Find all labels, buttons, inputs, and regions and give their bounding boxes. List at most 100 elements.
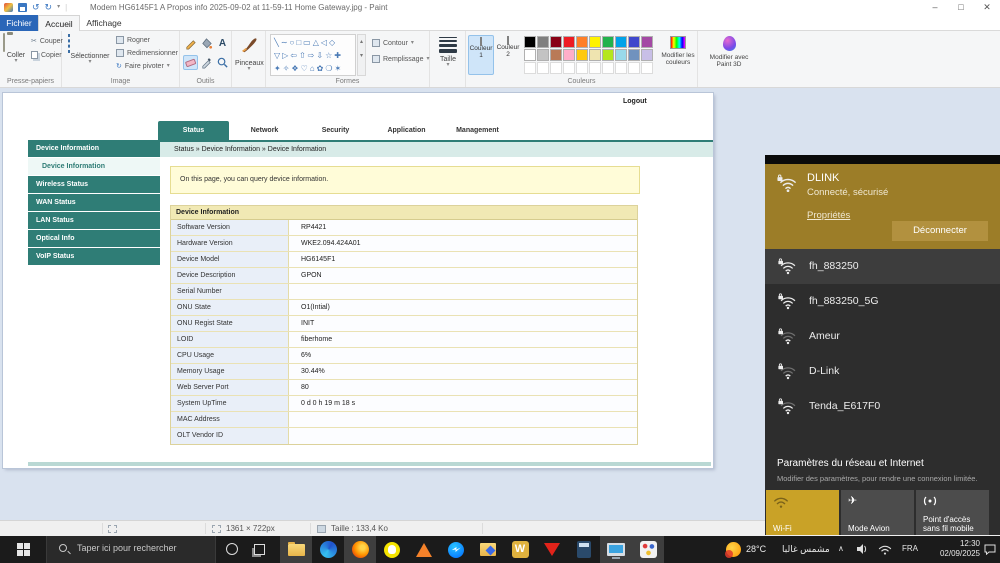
network-item[interactable]: fh_883250_5G xyxy=(765,284,1000,319)
palette-swatch[interactable] xyxy=(563,36,575,48)
palette-swatch[interactable] xyxy=(628,49,640,61)
fill-shape-button[interactable]: Remplissage ▾ xyxy=(372,55,429,63)
pencil-tool[interactable] xyxy=(183,36,198,51)
router-tab-management[interactable]: Management xyxy=(442,121,513,140)
crop-button[interactable]: Rogner xyxy=(116,36,150,44)
tray-wifi-icon[interactable] xyxy=(878,544,892,555)
select-button[interactable]: Sélectionner ▾ xyxy=(68,34,112,65)
color2-button[interactable]: Couleur 2 xyxy=(495,35,521,75)
taskbar-search[interactable]: Taper ici pour rechercher xyxy=(46,536,216,563)
palette-swatch[interactable] xyxy=(615,49,627,61)
brushes-button[interactable]: Pinceaux ▾ xyxy=(235,35,264,72)
shapes-scrollbar[interactable]: ▴ ▾ xyxy=(357,34,366,76)
redo-icon[interactable]: ↻ xyxy=(45,2,53,13)
palette-empty-swatch[interactable] xyxy=(641,62,653,74)
shapes-gallery[interactable]: ╲∼○□▭△◁◇ ▽▷⇦⇧⇨⇩☆✚ ✦✧❖♡⌂✿❍✶ xyxy=(270,34,356,76)
weather-icon[interactable] xyxy=(725,542,741,558)
sidebar-item-lan-status[interactable]: LAN Status xyxy=(28,212,160,229)
paste-button[interactable]: Coller ▾ xyxy=(3,33,29,64)
airplane-mode-tile[interactable]: ✈ Mode Avion xyxy=(841,490,914,535)
close-button[interactable]: ✕ xyxy=(974,0,1000,15)
router-tab-status[interactable]: Status xyxy=(158,121,229,140)
palette-swatch[interactable] xyxy=(576,36,588,48)
sidebar-item-wan-status[interactable]: WAN Status xyxy=(28,194,160,211)
palette-swatch[interactable] xyxy=(615,36,627,48)
paint3d-button[interactable]: Modifier avec Paint 3D xyxy=(703,36,755,68)
network-item[interactable]: Ameur xyxy=(765,319,1000,354)
magnifier-tool[interactable] xyxy=(215,55,230,70)
palette-empty-swatch[interactable] xyxy=(576,62,588,74)
snapchat-taskbar-button[interactable] xyxy=(376,536,408,563)
palette-swatch[interactable] xyxy=(602,49,614,61)
display-app-taskbar-button[interactable] xyxy=(600,536,632,563)
palette-empty-swatch[interactable] xyxy=(563,62,575,74)
palette-empty-swatch[interactable] xyxy=(524,62,536,74)
palette-empty-swatch[interactable] xyxy=(589,62,601,74)
w-app-taskbar-button[interactable]: W xyxy=(504,536,536,563)
fill-tool[interactable] xyxy=(199,36,214,51)
color1-button[interactable]: Couleur 1 xyxy=(468,35,494,75)
network-item[interactable]: fh_883250 xyxy=(765,249,1000,284)
edit-colors-button[interactable]: Modifier les couleurs xyxy=(660,36,696,66)
weather-temperature[interactable]: 28°C xyxy=(746,544,766,554)
disconnect-button[interactable]: Déconnecter xyxy=(892,221,988,241)
palette-empty-swatch[interactable] xyxy=(628,62,640,74)
calculator-taskbar-button[interactable] xyxy=(568,536,600,563)
start-button[interactable] xyxy=(0,536,46,563)
palette-swatch[interactable] xyxy=(641,36,653,48)
sidebar-item-optical-info[interactable]: Optical Info xyxy=(28,230,160,247)
tray-chevron-up-icon[interactable]: ∧ xyxy=(838,544,844,553)
palette-swatch[interactable] xyxy=(576,49,588,61)
palette-swatch[interactable] xyxy=(550,49,562,61)
tab-fichier[interactable]: Fichier xyxy=(0,15,38,31)
clock[interactable]: 12:30 02/09/2025 xyxy=(922,539,980,559)
vlc-taskbar-button[interactable] xyxy=(408,536,440,563)
sidebar-subitem-device-information[interactable]: Device Information xyxy=(28,158,160,175)
palette-swatch[interactable] xyxy=(628,36,640,48)
tab-accueil[interactable]: Accueil xyxy=(38,15,80,31)
outline-button[interactable]: Contour ▾ xyxy=(372,39,414,47)
minimize-button[interactable]: – xyxy=(922,0,948,15)
paint-taskbar-button[interactable] xyxy=(632,536,664,563)
acrobat-taskbar-button[interactable] xyxy=(536,536,568,563)
rotate-button[interactable]: ↻ Faire pivoter ▾ xyxy=(116,62,170,71)
network-settings-link[interactable]: Paramètres du réseau et Internet xyxy=(777,458,924,469)
brushes-dropdown-icon[interactable]: ▾ xyxy=(235,66,263,72)
palette-empty-swatch[interactable] xyxy=(615,62,627,74)
network-item[interactable]: Tenda_E617F0 xyxy=(765,389,1000,424)
sidebar-item-device-information[interactable]: Device Information xyxy=(28,140,160,157)
palette-swatch[interactable] xyxy=(550,36,562,48)
palette-empty-swatch[interactable] xyxy=(537,62,549,74)
logout-link[interactable]: Logout xyxy=(623,98,647,105)
palette-swatch[interactable] xyxy=(563,49,575,61)
router-tab-application[interactable]: Application xyxy=(371,121,442,140)
size-button[interactable]: Taille ▾ xyxy=(434,37,462,68)
eraser-tool[interactable] xyxy=(183,55,198,70)
palette-swatch[interactable] xyxy=(589,49,601,61)
properties-link[interactable]: Propriétés xyxy=(807,210,850,221)
language-indicator[interactable]: FRA xyxy=(902,544,918,553)
rotate-dropdown-icon[interactable]: ▾ xyxy=(167,63,170,69)
connected-network[interactable]: DLINK Connecté, sécurisé Propriétés Déco… xyxy=(765,164,1000,249)
palette-swatch[interactable] xyxy=(537,49,549,61)
palette-swatch[interactable] xyxy=(524,36,536,48)
mobile-hotspot-tile[interactable]: Point d'accès sans fil mobile xyxy=(916,490,989,535)
cut-button[interactable]: ✂ Couper xyxy=(31,37,63,46)
palette-swatch[interactable] xyxy=(524,49,536,61)
sidebar-item-wireless-status[interactable]: Wireless Status xyxy=(28,176,160,193)
shapes-scroll-up-icon[interactable]: ▴ xyxy=(358,35,365,49)
wifi-toggle-tile[interactable]: Wi-Fi xyxy=(766,490,839,535)
network-item[interactable]: D-Link xyxy=(765,354,1000,389)
palette-empty-swatch[interactable] xyxy=(602,62,614,74)
messenger-taskbar-button[interactable] xyxy=(440,536,472,563)
palette-swatch[interactable] xyxy=(602,36,614,48)
weather-condition[interactable]: مشمس غالبا xyxy=(782,544,830,555)
file-explorer-taskbar-button[interactable] xyxy=(280,536,312,563)
save-icon[interactable] xyxy=(18,3,27,12)
qat-dropdown-icon[interactable]: ▾ xyxy=(57,4,60,10)
sidebar-item-voip-status[interactable]: VoIP Status xyxy=(28,248,160,265)
palette-swatch[interactable] xyxy=(537,36,549,48)
resize-button[interactable]: Redimensionner xyxy=(116,49,178,57)
size-dropdown-icon[interactable]: ▾ xyxy=(434,62,462,68)
cortana-button[interactable] xyxy=(226,543,238,555)
